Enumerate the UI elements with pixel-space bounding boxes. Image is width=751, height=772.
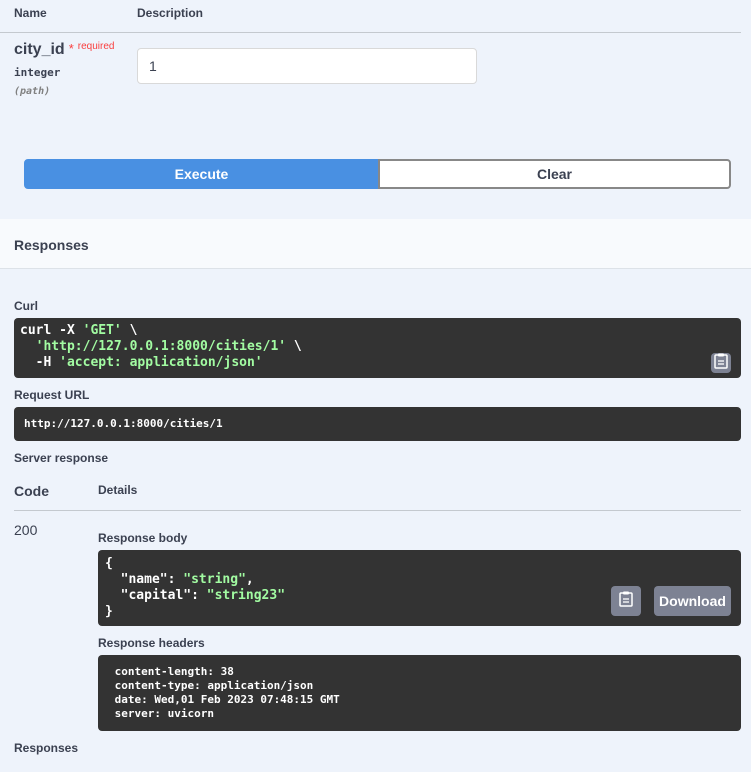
required-label: required [77,41,115,52]
response-headers-block: content-length: 38 content-type: applica… [98,655,741,731]
execute-button[interactable]: Execute [24,159,379,189]
param-name-cell: city_id * required integer (path) [14,41,129,97]
city-id-input[interactable] [137,48,477,84]
request-url-label: Request URL [14,388,90,402]
param-header-divider [0,32,741,33]
curl-line-1: curl -X 'GET' \ [20,323,138,338]
request-url-value: http://127.0.0.1:8000/cities/1 [24,417,223,430]
param-col-description: Description [137,6,204,20]
responses-footer-title: Responses [14,741,79,755]
responses-title: Responses [14,237,89,253]
param-name: city_id [14,41,65,58]
response-body-copy-button[interactable] [611,586,641,616]
curl-line-3: -H 'accept: application/json' [20,355,263,370]
clear-button[interactable]: Clear [378,159,731,189]
curl-code-block: curl -X 'GET' \ 'http://127.0.0.1:8000/c… [14,318,741,378]
clipboard-icon [619,591,633,612]
param-type: integer [14,66,61,79]
download-button[interactable]: Download [654,586,731,616]
body-line-name: "name": "string", [105,572,254,587]
param-location: (path) [14,86,51,97]
header-line: content-length: 38 [108,665,234,678]
response-body-block: { "name": "string", "capital": "string23… [98,550,741,626]
response-status-code: 200 [14,522,38,538]
body-line-open: { [105,556,113,571]
details-column-header: Details [98,483,138,497]
code-column-header: Code [14,483,49,499]
response-headers-label: Response headers [98,636,205,650]
clipboard-icon [714,353,728,374]
curl-line-2: 'http://127.0.0.1:8000/cities/1' \ [35,339,302,354]
curl-label: Curl [14,299,38,313]
curl-copy-button[interactable] [711,353,731,373]
server-response-divider [14,510,741,511]
header-line: server: uvicorn [108,707,214,720]
server-response-label: Server response [14,451,109,465]
responses-header-band [0,219,751,269]
param-col-name: Name [14,6,47,20]
header-line: date: Wed,01 Feb 2023 07:48:15 GMT [108,693,340,706]
request-url-block: http://127.0.0.1:8000/cities/1 [14,407,741,441]
header-line: content-type: application/json [108,679,314,692]
response-body-label: Response body [98,531,188,545]
required-star: * [68,41,74,56]
